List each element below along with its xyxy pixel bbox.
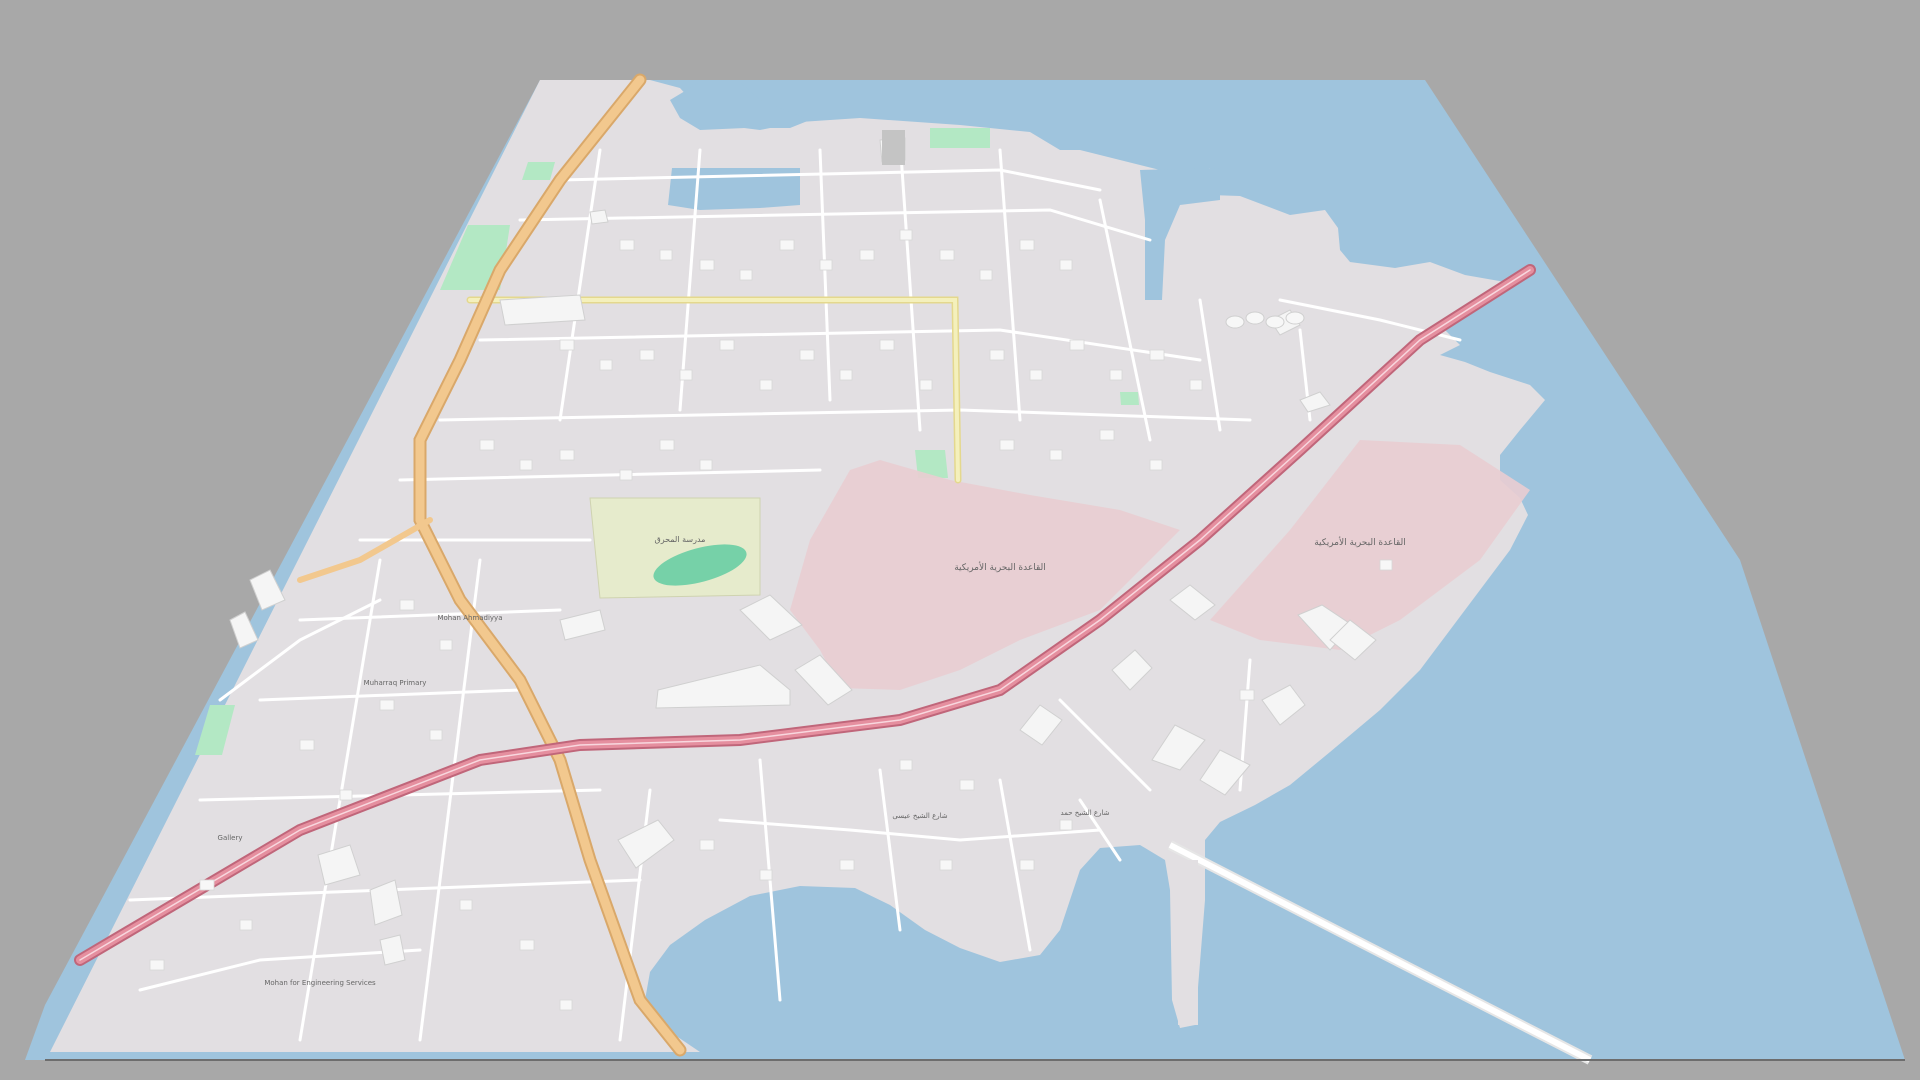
- bridge-road-label: شارع الشيخ حمد: [1060, 809, 1109, 817]
- corniche-label: شارع الشيخ عيسى: [892, 812, 947, 820]
- park-small: [1120, 392, 1139, 405]
- gallery-label: Gallery: [218, 834, 243, 842]
- map-canvas[interactable]: مدرسة المحرق القاعدة البحرية الأمريكية ا…: [0, 0, 1920, 1080]
- park-top: [930, 128, 990, 148]
- naval-base-label-2: القاعدة البحرية الأمريكية: [1314, 536, 1406, 548]
- school-label: Muharraq Primary: [364, 679, 427, 687]
- naval-base-label: القاعدة البحرية الأمريكية: [954, 561, 1046, 573]
- tower-building: [882, 130, 905, 165]
- sports-ground-label: مدرسة المحرق: [655, 535, 706, 544]
- map-viewport[interactable]: مدرسة المحرق القاعدة البحرية الأمريكية ا…: [0, 0, 1920, 1080]
- engineering-label: Mohan for Engineering Services: [264, 979, 376, 987]
- museum-label: Mohan Ahmadiyya: [437, 614, 502, 622]
